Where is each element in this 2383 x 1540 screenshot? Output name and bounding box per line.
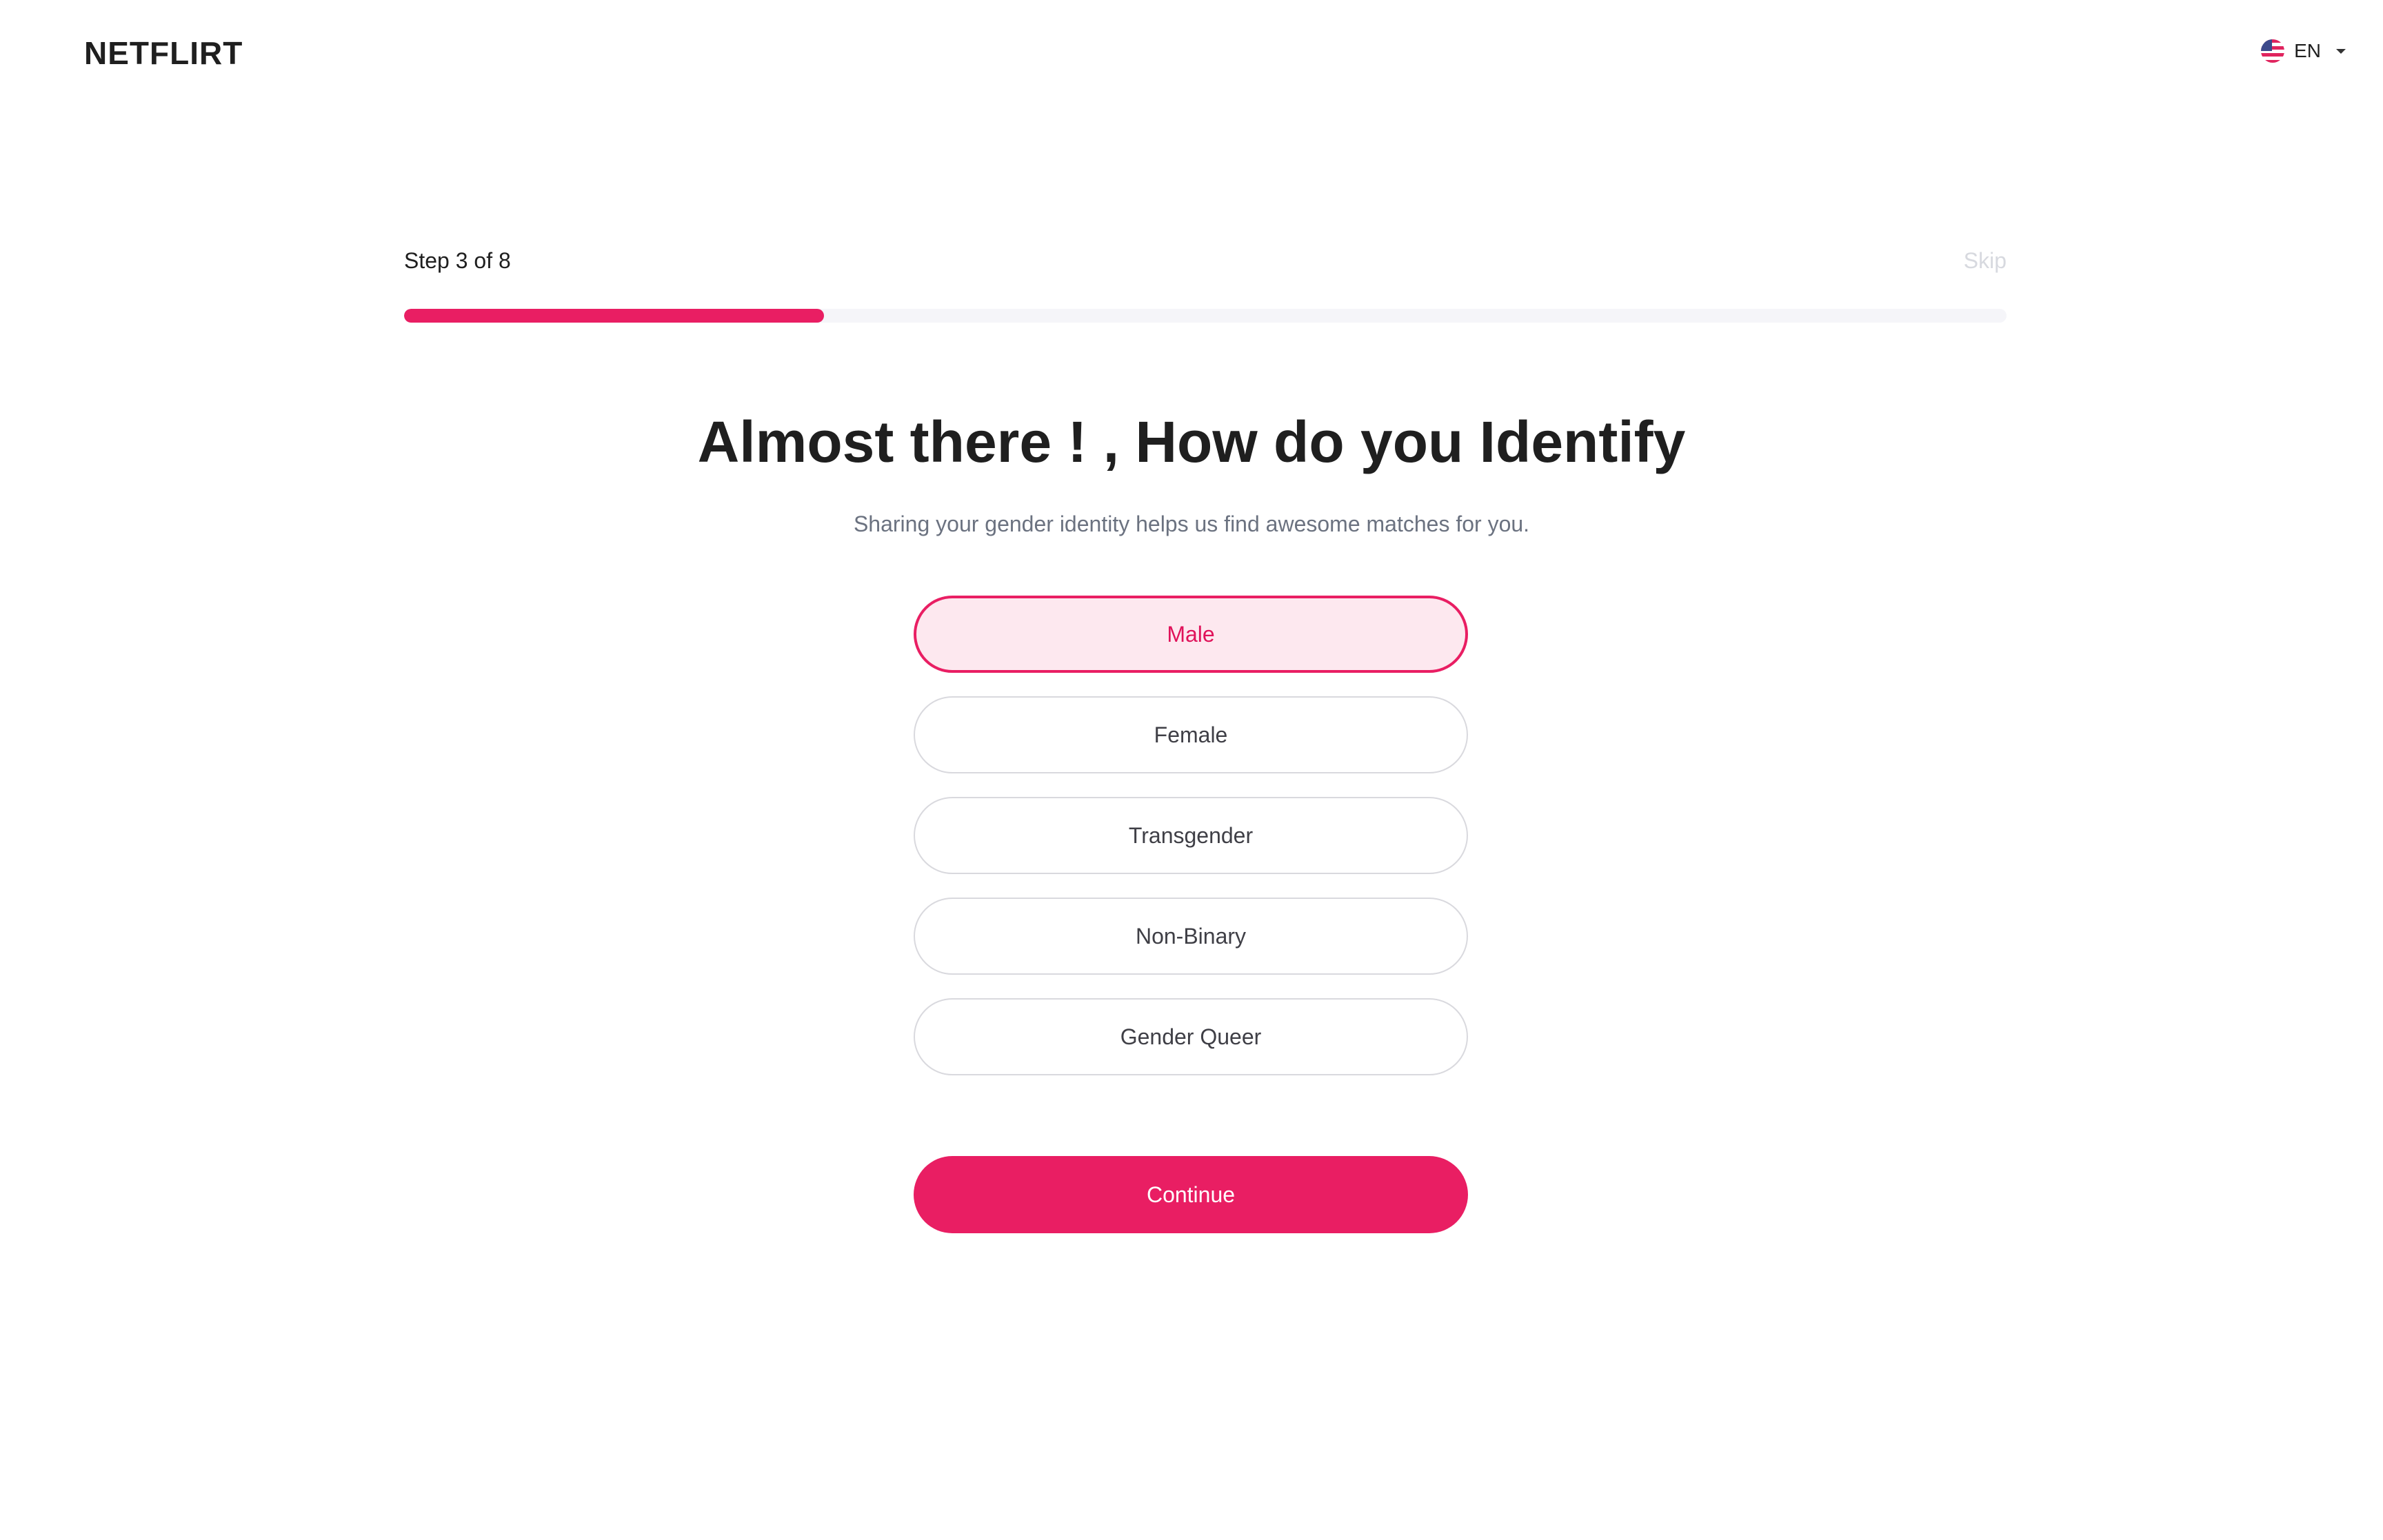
page-title: Almost there ! , How do you Identify [697,409,1686,474]
language-selector[interactable]: EN [2261,36,2346,66]
skip-link[interactable]: Skip [1964,245,2007,276]
app-logo[interactable]: NETFLIRT [84,34,243,72]
option-male[interactable]: Male [914,596,1468,673]
option-transgender[interactable]: Transgender [914,797,1468,874]
caret-down-icon [2336,48,2346,54]
step-indicator: Step 3 of 8 [404,248,511,273]
language-code: EN [2294,40,2321,61]
gender-options: Male Female Transgender Non-Binary Gende… [914,596,1468,1075]
step-header: Step 3 of 8 Skip [404,245,2007,276]
us-flag-icon [2261,39,2285,63]
progress-bar [404,309,2007,323]
progress-bar-fill [404,309,824,323]
option-female[interactable]: Female [914,696,1468,773]
continue-button[interactable]: Continue [914,1156,1468,1233]
option-non-binary[interactable]: Non-Binary [914,898,1468,975]
page-subtitle: Sharing your gender identity helps us fi… [853,511,1530,536]
option-gender-queer[interactable]: Gender Queer [914,998,1468,1075]
